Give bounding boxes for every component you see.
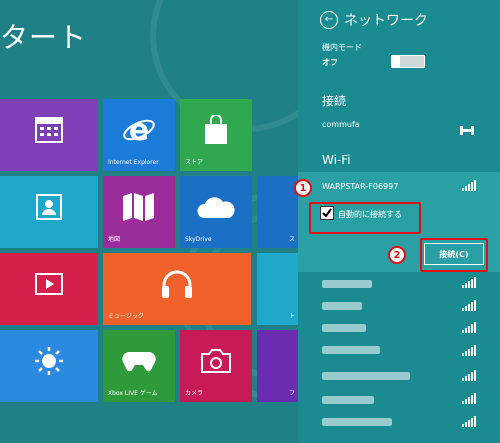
tile-label: Internet Explorer: [108, 159, 159, 166]
tile-video[interactable]: [0, 253, 98, 325]
tile-weather[interactable]: [0, 330, 98, 402]
cloud-icon: [196, 194, 236, 224]
tile-label: SkyDrive: [185, 236, 212, 243]
network-list-item[interactable]: [322, 396, 374, 404]
wifi-signal-icon: [462, 180, 476, 191]
toggle-track: [400, 56, 424, 67]
tile-label: ト: [289, 313, 296, 320]
back-arrow-icon[interactable]: ←: [320, 11, 338, 29]
internet-explorer-icon: e: [122, 113, 156, 151]
tile-maps[interactable]: 地図: [103, 176, 175, 248]
current-connection-name[interactable]: commufa: [322, 120, 360, 129]
tile-partial[interactable]: フ: [257, 330, 298, 402]
map-icon: [121, 192, 157, 226]
tile-camera[interactable]: カメラ: [180, 330, 252, 402]
tile-label: カメラ: [185, 390, 204, 397]
network-list-item[interactable]: [322, 280, 372, 288]
wifi-signal-icon: [462, 370, 476, 381]
tile-partial[interactable]: ト: [257, 253, 298, 325]
airplane-mode-label: 機内モード: [322, 43, 362, 52]
wifi-signal-icon: [462, 277, 476, 288]
panel-title: ネットワーク: [344, 13, 428, 29]
tile-partial[interactable]: ス: [257, 176, 298, 248]
start-title: タート: [0, 21, 88, 54]
connections-heading: 接続: [322, 94, 347, 108]
camera-icon: [200, 348, 232, 378]
tile-skydrive[interactable]: SkyDrive: [180, 176, 252, 248]
game-controller-icon: [121, 349, 157, 377]
wifi-signal-icon: [462, 322, 476, 333]
wifi-signal-icon: [462, 300, 476, 311]
shopping-bag-icon: [203, 114, 229, 149]
tile-xbox-games[interactable]: Xbox LIVE ゲーム: [103, 330, 175, 402]
tile-music[interactable]: ミュージック: [103, 253, 251, 325]
tile-label: 地図: [108, 236, 121, 243]
wifi-signal-icon: [462, 345, 476, 356]
tile-label: ミュージック: [108, 313, 144, 320]
calendar-icon: [35, 117, 63, 147]
user-card-icon: [36, 194, 62, 224]
network-list-item[interactable]: [322, 302, 362, 310]
network-list-item[interactable]: [322, 372, 410, 380]
ethernet-icon: [460, 120, 474, 139]
toggle-thumb: [392, 56, 400, 67]
airplane-mode-toggle[interactable]: [391, 55, 425, 68]
wifi-signal-icon: [462, 393, 476, 404]
tile-label: ストア: [185, 159, 204, 166]
network-list-item[interactable]: [322, 418, 392, 426]
tile-label: ス: [289, 236, 296, 243]
network-list-item[interactable]: [322, 346, 380, 354]
start-screen: タート e Internet Explorer ストア 地図 SkyDrive …: [0, 0, 298, 443]
tile-internet-explorer[interactable]: e Internet Explorer: [103, 99, 175, 171]
network-list-item[interactable]: [322, 324, 366, 332]
tile-store[interactable]: ストア: [180, 99, 252, 171]
selected-network-name[interactable]: WARPSTAR-F06997: [322, 182, 398, 191]
highlight-auto-connect: [309, 202, 421, 234]
tile-label: Xbox LIVE ゲーム: [108, 390, 158, 397]
airplane-mode-value: オフ: [322, 58, 338, 67]
panel-header: ← ネットワーク: [320, 10, 428, 30]
callout-number-1: 1: [294, 179, 312, 197]
headphones-icon: [160, 269, 194, 303]
wifi-signal-icon: [462, 416, 476, 427]
wifi-heading: Wi-Fi: [322, 153, 351, 167]
sun-icon: [34, 346, 64, 380]
callout-number-2: 2: [388, 246, 406, 264]
play-icon: [35, 273, 63, 299]
svg-text:e: e: [129, 113, 149, 147]
highlight-connect-button: [420, 238, 488, 272]
tile-calendar[interactable]: [0, 99, 98, 171]
tile-people[interactable]: [0, 176, 98, 248]
tile-label: フ: [289, 390, 296, 397]
